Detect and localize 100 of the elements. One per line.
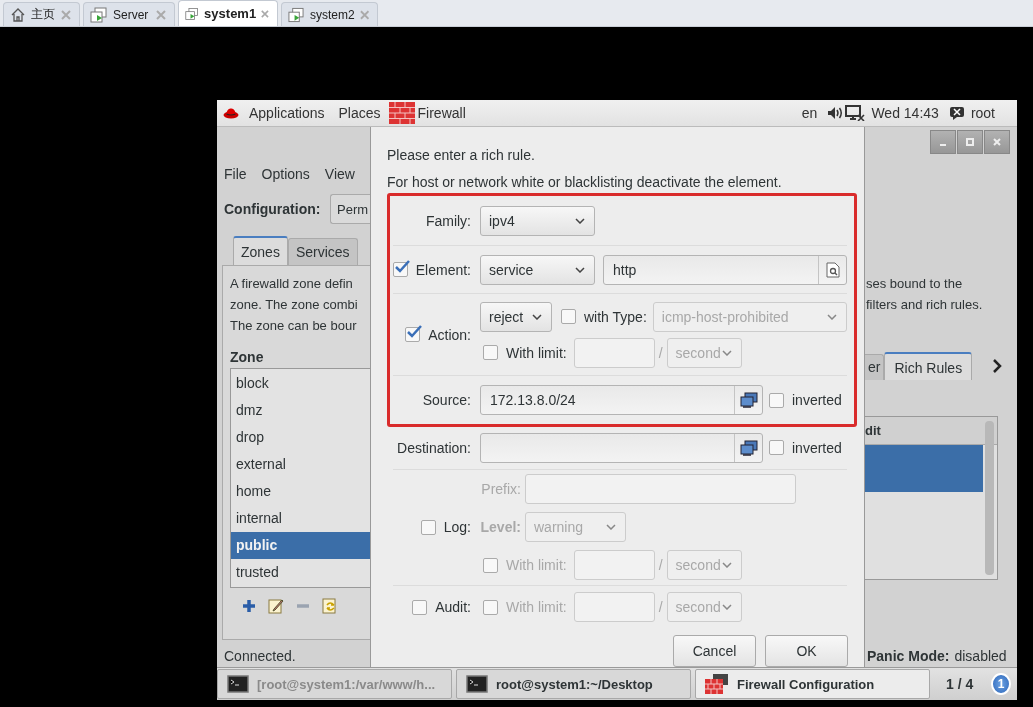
viewer-tab[interactable]: system1 <box>178 0 278 26</box>
terminal-icon <box>466 675 488 693</box>
cancel-button[interactable]: Cancel <box>673 635 756 667</box>
description-text: The zone can be bour <box>230 317 358 335</box>
prefix-field[interactable] <box>525 474 796 505</box>
panic-mode-value: disabled <box>954 648 1007 664</box>
checkbox[interactable] <box>420 519 436 535</box>
viewer-tab[interactable]: system2 <box>281 2 378 26</box>
checkbox[interactable] <box>483 345 498 360</box>
zone-item[interactable]: external <box>231 451 370 478</box>
menu-item[interactable]: Options <box>261 166 310 182</box>
minimize-button[interactable] <box>930 130 956 154</box>
load-icon[interactable] <box>322 598 338 614</box>
element-field[interactable]: http <box>603 254 847 285</box>
edit-icon[interactable] <box>268 598 284 614</box>
hint-text: For host or network white or blacklisting deactivate the element. <box>387 173 783 192</box>
tab[interactable]: er <box>865 354 885 380</box>
field-label: With limit: <box>506 557 567 574</box>
checkbox[interactable] <box>769 440 784 456</box>
field-label: Prefix: <box>480 481 521 498</box>
action-dropdown[interactable]: reject <box>480 301 552 332</box>
menu-item[interactable]: File <box>224 166 247 182</box>
tab[interactable]: Rich Rules <box>884 352 973 380</box>
description-text: ses bound to the <box>866 275 964 293</box>
close-button[interactable] <box>984 130 1010 154</box>
workspace-indicator[interactable]: 1 / 4 <box>946 676 982 692</box>
family-dropdown[interactable]: ipv4 <box>480 205 595 236</box>
configuration-label: Configuration: <box>224 201 322 217</box>
separator-text: / <box>658 599 663 616</box>
brick-wall-icon <box>388 102 415 124</box>
keyboard-layout[interactable]: en <box>801 105 818 121</box>
tab[interactable]: Zones <box>233 236 288 265</box>
separator-text: / <box>658 557 663 574</box>
vm-icon <box>288 6 305 23</box>
terminal-icon <box>227 675 249 693</box>
checkbox[interactable] <box>769 392 784 408</box>
viewer-tab[interactable]: 主页 <box>3 2 80 26</box>
computers-icon <box>739 439 758 456</box>
network-icon[interactable] <box>845 105 866 121</box>
ok-button[interactable]: OK <box>765 635 848 667</box>
configuration-dropdown[interactable]: Perm <box>330 194 370 224</box>
maximize-icon <box>966 138 974 146</box>
file-search-icon <box>825 261 840 278</box>
checkbox[interactable] <box>405 327 421 342</box>
close-icon[interactable] <box>61 9 71 20</box>
close-icon[interactable] <box>156 9 166 20</box>
zone-item[interactable]: block <box>231 370 370 397</box>
checkbox[interactable] <box>412 599 428 615</box>
hat-icon <box>223 107 239 119</box>
field-label: with Type: <box>584 308 647 325</box>
taskbar-item[interactable]: root@system1:~/Desktop <box>456 669 691 699</box>
field-label: With limit: <box>506 344 567 361</box>
limit-field[interactable] <box>573 337 655 368</box>
column-header[interactable]: dit <box>865 417 997 445</box>
menu-item[interactable]: View <box>324 166 355 182</box>
caret-icon <box>721 562 732 569</box>
zone-item[interactable]: trusted <box>231 559 370 586</box>
clock[interactable]: Wed 14:43 <box>871 105 939 121</box>
zone-heading: Zone <box>230 348 265 367</box>
vm-icon <box>90 6 108 23</box>
app-title[interactable]: Firewall <box>417 105 466 121</box>
zone-item[interactable]: public <box>231 532 370 559</box>
zone-item[interactable]: drop <box>231 424 370 451</box>
destination-field[interactable] <box>480 432 763 463</box>
panel-menu[interactable]: Applications <box>249 105 325 121</box>
zone-item[interactable]: dmz <box>231 397 370 424</box>
field-label: Source: <box>422 392 471 408</box>
taskbar-item[interactable]: Firewall Configuration <box>695 669 930 699</box>
limit-field[interactable] <box>573 592 655 623</box>
vm-icon <box>185 5 200 22</box>
tab[interactable]: Services <box>287 238 358 265</box>
caret-icon <box>575 217 585 224</box>
zone-item[interactable]: internal <box>231 505 370 532</box>
limit-field[interactable] <box>573 550 655 581</box>
field-label: With limit: <box>506 599 567 616</box>
zone-item[interactable]: home <box>231 478 370 505</box>
source-field[interactable]: 172.13.8.0/24 <box>480 385 763 415</box>
description-text: A firewalld zone defin <box>230 275 354 293</box>
home-icon <box>10 6 26 23</box>
maximize-button[interactable] <box>957 130 983 154</box>
caret-icon <box>721 349 732 356</box>
caret-icon <box>827 313 837 320</box>
viewer-tab[interactable]: Server <box>83 2 175 26</box>
panel-menu[interactable]: Places <box>338 105 381 121</box>
element-type-dropdown[interactable]: service <box>480 254 595 285</box>
add-icon[interactable] <box>242 599 256 613</box>
user-name[interactable]: root <box>970 105 995 121</box>
chevron-right-icon[interactable] <box>992 359 1003 373</box>
description-text: zone. The zone combi <box>230 296 359 314</box>
panic-mode-label: Panic Mode: <box>867 648 950 664</box>
close-icon <box>993 138 1001 146</box>
close-icon[interactable] <box>359 9 369 20</box>
separator-text: / <box>658 344 663 361</box>
scrollbar[interactable] <box>985 421 994 575</box>
caret-icon <box>575 266 585 273</box>
close-icon[interactable] <box>261 8 269 19</box>
field-label: Action: <box>428 326 471 343</box>
checkbox[interactable] <box>392 262 408 277</box>
checkbox[interactable] <box>561 309 576 324</box>
field-label: Audit: <box>435 599 471 616</box>
